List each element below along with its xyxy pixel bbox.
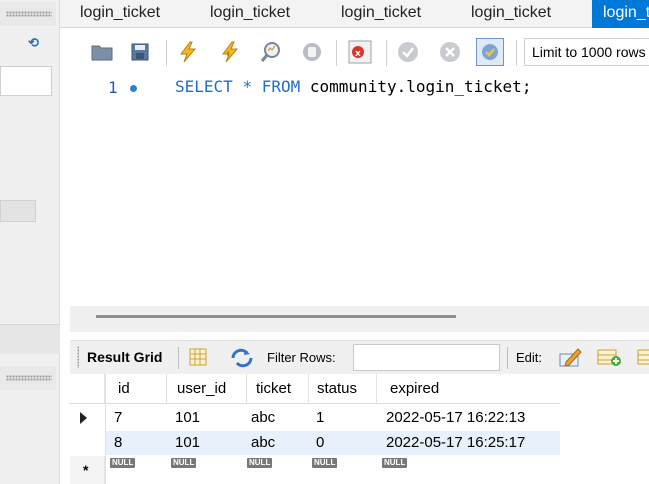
panel-grip-2[interactable] xyxy=(0,366,56,390)
refresh-icon[interactable]: ⟲ xyxy=(28,36,44,50)
save-icon[interactable] xyxy=(126,38,154,66)
null-placeholder-ticket[interactable]: NULL xyxy=(247,458,273,468)
line-number: 1 xyxy=(108,78,118,97)
query-tab-3[interactable]: login_ticket xyxy=(321,0,451,28)
edit-label: Edit: xyxy=(516,350,543,365)
filter-rows-label: Filter Rows: xyxy=(267,350,336,365)
current-row-arrow-icon xyxy=(80,412,87,424)
new-row[interactable]: * NULL NULL NULL NULL NULL xyxy=(70,456,560,484)
table-row[interactable]: 8 101 abc 0 2022-05-17 16:25:17 xyxy=(106,431,560,455)
autocommit-icon[interactable] xyxy=(476,38,504,66)
query-tab-4[interactable]: login_ticket xyxy=(451,0,581,28)
column-header-id[interactable]: id xyxy=(118,380,130,397)
execute-icon[interactable] xyxy=(174,38,202,66)
stop-icon[interactable] xyxy=(298,38,326,66)
open-folder-icon[interactable] xyxy=(88,38,116,66)
sql-editor[interactable]: 1 SELECT * FROM community.login_ticket; xyxy=(70,74,649,306)
null-placeholder-expired[interactable]: NULL xyxy=(382,458,408,468)
scrollbar-thumb[interactable] xyxy=(96,315,456,318)
query-tab-2[interactable]: login_ticket xyxy=(190,0,320,28)
cell-ticket[interactable]: abc xyxy=(251,409,275,426)
rollback-icon[interactable] xyxy=(436,38,464,66)
edit-row-icon[interactable] xyxy=(558,346,582,371)
toolbar-grip xyxy=(77,346,79,368)
cell-status[interactable]: 1 xyxy=(316,409,324,426)
query-tab-1[interactable]: login_ticket xyxy=(60,0,190,28)
null-placeholder-user-id[interactable]: NULL xyxy=(171,458,197,468)
schema-search-input[interactable] xyxy=(0,66,52,96)
limit-rows-select[interactable]: Limit to 1000 rows xyxy=(524,38,649,66)
column-header-status[interactable]: status xyxy=(317,380,357,397)
new-row-marker: * xyxy=(83,462,89,478)
panel-grip[interactable] xyxy=(0,2,56,26)
panel-divider xyxy=(0,324,60,354)
delete-row-icon[interactable] xyxy=(637,347,649,370)
toggle-error-icon[interactable]: x xyxy=(346,38,374,66)
refresh-results-icon[interactable] xyxy=(230,348,254,371)
sql-statement: SELECT * FROM community.login_ticket; xyxy=(175,77,531,96)
explain-icon[interactable] xyxy=(257,38,285,66)
sql-star: * xyxy=(242,77,253,96)
column-header-expired[interactable]: expired xyxy=(390,380,439,397)
execute-current-icon[interactable]: I xyxy=(216,38,244,66)
cell-status[interactable]: 0 xyxy=(316,434,324,451)
filter-rows-input[interactable] xyxy=(353,344,500,371)
sql-table-ref: community.login_ticket; xyxy=(309,77,532,96)
null-placeholder-status[interactable]: NULL xyxy=(312,458,338,468)
grid-header: id user_id ticket status expired xyxy=(70,374,560,404)
column-header-ticket[interactable]: ticket xyxy=(256,380,291,397)
sql-keyword-select: SELECT xyxy=(175,77,233,96)
statement-marker-icon xyxy=(130,85,137,92)
result-toolbar: Result Grid Filter Rows: Edit: xyxy=(70,340,649,374)
navigator-panel: ⟲ xyxy=(0,0,60,484)
svg-text:I: I xyxy=(227,50,229,58)
editor-scrollbar[interactable] xyxy=(70,306,649,332)
cell-user-id[interactable]: 101 xyxy=(175,434,200,451)
add-row-icon[interactable] xyxy=(597,347,621,370)
splitter[interactable] xyxy=(70,332,649,340)
result-grid[interactable]: id user_id ticket status expired 7 101 a… xyxy=(70,374,649,484)
commit-icon[interactable] xyxy=(394,38,422,66)
cell-expired[interactable]: 2022-05-17 16:22:13 xyxy=(386,409,525,426)
cell-ticket[interactable]: abc xyxy=(251,434,275,451)
column-header-user-id[interactable]: user_id xyxy=(177,380,226,397)
query-tab-active[interactable]: login_t xyxy=(592,0,649,28)
svg-text:x: x xyxy=(355,49,361,59)
null-placeholder-id[interactable]: NULL xyxy=(110,458,136,468)
sql-keyword-from: FROM xyxy=(261,77,301,96)
query-tab-bar: login_ticket login_ticket login_ticket l… xyxy=(60,0,649,28)
sql-toolbar: I x Limit to 1000 rows xyxy=(70,30,649,74)
navigator-item-selected[interactable] xyxy=(0,200,36,222)
cell-id[interactable]: 8 xyxy=(114,434,122,451)
cell-expired[interactable]: 2022-05-17 16:25:17 xyxy=(386,434,525,451)
table-row[interactable]: 7 101 abc 1 2022-05-17 16:22:13 xyxy=(70,405,560,430)
result-grid-tab[interactable]: Result Grid xyxy=(87,349,162,365)
grid-layout-icon[interactable] xyxy=(188,347,208,370)
cell-user-id[interactable]: 101 xyxy=(175,409,200,426)
cell-id[interactable]: 7 xyxy=(114,409,122,426)
